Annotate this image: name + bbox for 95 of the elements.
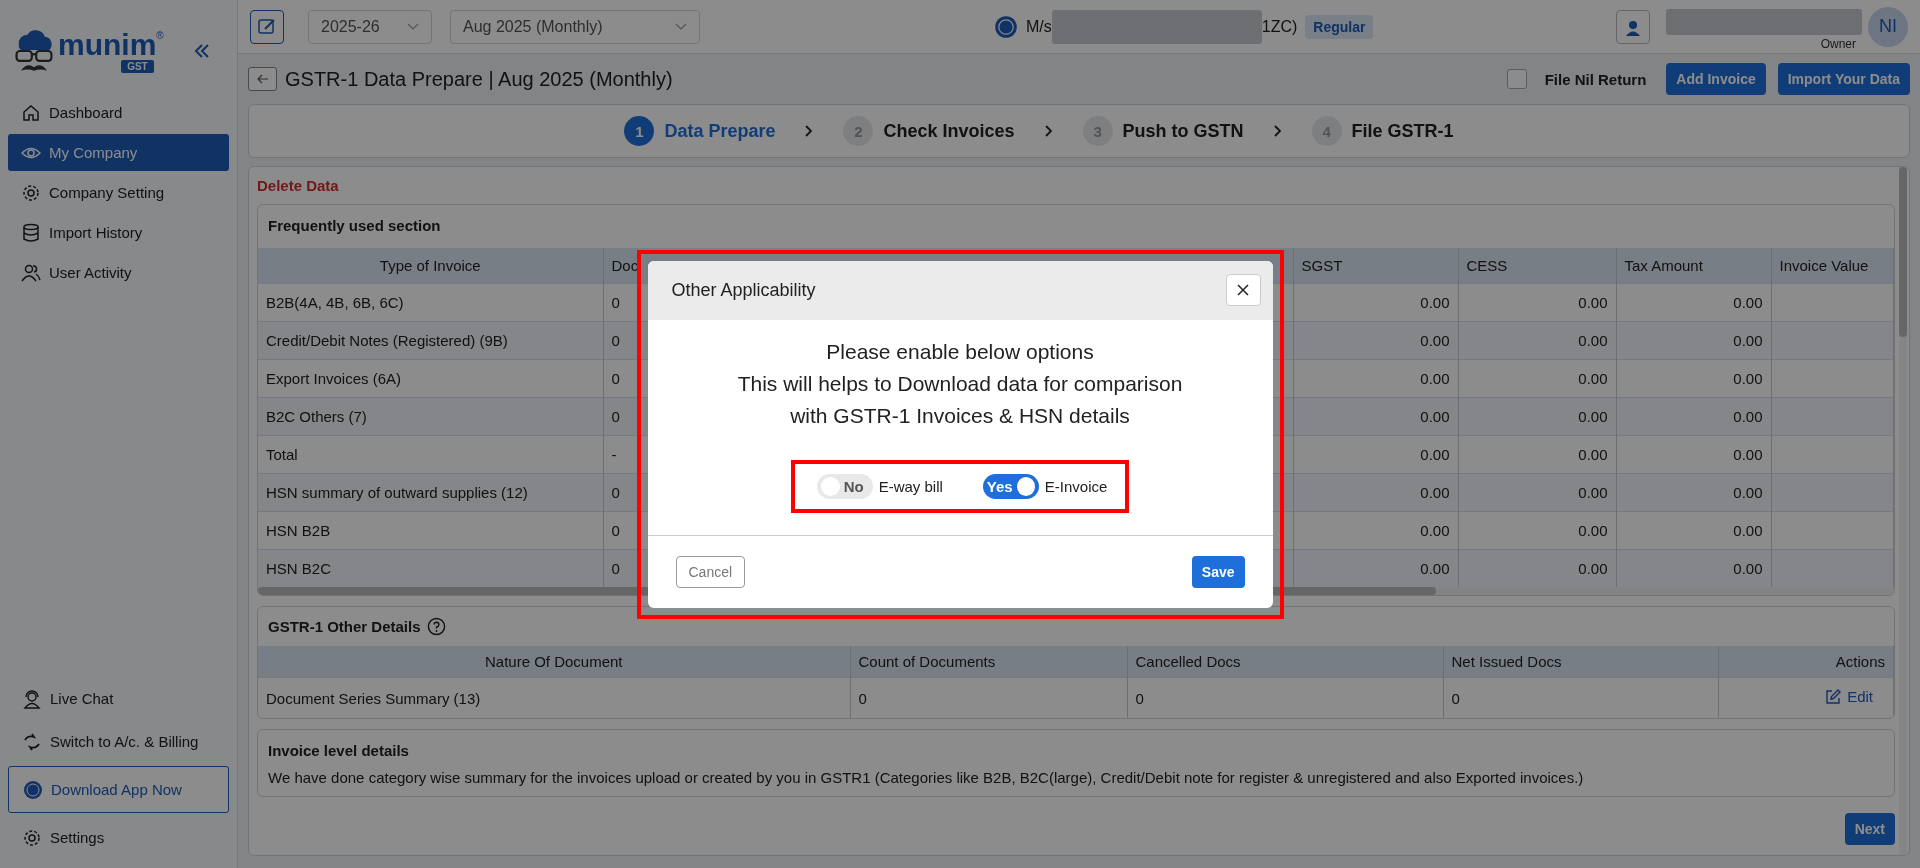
registered-mark: ® xyxy=(156,29,164,41)
sidebar-item[interactable]: Dashboard xyxy=(8,94,229,131)
edit-link[interactable]: Edit xyxy=(1825,688,1873,706)
sidebar-item[interactable]: My Company xyxy=(8,134,229,171)
chevron-right-icon xyxy=(1273,125,1282,137)
toggle-label: E-Invoice xyxy=(1044,477,1108,495)
table-cell: 0.00 xyxy=(1293,397,1458,436)
toggle-switch[interactable]: No xyxy=(816,473,873,499)
download-app-button[interactable]: Download App Now xyxy=(8,766,229,813)
description-text: We have done category wise summary for the invoices upload or created by you in GSTR1 (Categories like B2B, B2C(large), Credit/Debit note for register & unregistered and also Exported invoices.) xyxy=(268,769,1585,786)
close-icon xyxy=(1237,284,1249,296)
sidebar-item[interactable]: Company Setting xyxy=(8,174,229,211)
column-header: Net Issued Docs xyxy=(1443,646,1718,678)
modal-message: This will helps to Download data for comparison xyxy=(737,370,1183,397)
table-cell: 0.00 xyxy=(1458,473,1616,512)
company-suffix: 1ZC) xyxy=(1261,17,1298,36)
chevron-right-icon xyxy=(1044,125,1053,137)
column-header: Actions xyxy=(1718,646,1894,678)
settings-icon xyxy=(22,827,42,848)
users-icon xyxy=(21,262,41,283)
live-chat-link[interactable]: Live Chat xyxy=(8,680,229,717)
table-cell: 0 xyxy=(1127,677,1443,718)
step-tab[interactable]: 1 Data Prepare xyxy=(624,116,776,146)
support-button[interactable] xyxy=(1616,9,1650,44)
chevron-down-icon xyxy=(675,22,687,31)
column-header: Cancelled Docs xyxy=(1127,646,1443,678)
toggle-label: E-way bill xyxy=(878,477,943,495)
column-header: Nature Of Document xyxy=(258,646,850,678)
modal-message: with GSTR-1 Invoices & HSN details xyxy=(790,402,1130,429)
close-button[interactable] xyxy=(1225,274,1261,306)
home-icon xyxy=(21,102,41,123)
toggle-switch[interactable]: Yes xyxy=(982,473,1039,499)
table-cell: 0.00 xyxy=(1616,321,1771,360)
sidebar-item[interactable]: Import History xyxy=(8,214,229,251)
sidebar-item[interactable]: User Activity xyxy=(8,254,229,291)
action-button[interactable]: Add Invoice xyxy=(1666,63,1766,95)
nil-return-label: File Nil Return xyxy=(1544,70,1647,88)
section-title: Invoice level details xyxy=(267,741,410,761)
back-arrow-icon xyxy=(256,74,269,84)
next-button[interactable]: Next xyxy=(1844,813,1895,845)
table-cell: 0.00 xyxy=(1616,549,1771,587)
switch-link[interactable]: Switch to A/c. & Billing xyxy=(8,723,229,760)
table-cell: 0.00 xyxy=(1458,397,1616,436)
table-cell: HSN B2C xyxy=(258,549,603,587)
company-prefix: M/s xyxy=(1026,17,1052,36)
year-select[interactable]: 2025-26 xyxy=(308,9,432,44)
switch-arrows-icon xyxy=(22,731,42,752)
column-header: Count of Documents xyxy=(850,646,1127,678)
table-cell: B2C Others (7) xyxy=(258,397,603,436)
column-header: Type of Invoice xyxy=(258,248,603,284)
table-cell: 0.00 xyxy=(1616,397,1771,436)
action-button[interactable]: Import Your Data xyxy=(1777,63,1910,95)
edit-note-button[interactable] xyxy=(250,9,284,44)
column-header: SGST xyxy=(1293,248,1458,284)
scrollbar-thumb[interactable] xyxy=(1899,167,1907,337)
table-cell: Credit/Debit Notes (Registered) (9B) xyxy=(258,321,603,360)
section-title: GSTR-1 Other Details xyxy=(268,618,421,635)
column-header: CESS xyxy=(1458,248,1616,284)
period-select[interactable]: Aug 2025 (Monthly) xyxy=(450,9,700,44)
table-cell: 0.00 xyxy=(1293,321,1458,360)
database-icon xyxy=(21,222,41,243)
table-cell: 0.00 xyxy=(1293,473,1458,512)
nil-return-checkbox[interactable] xyxy=(1506,69,1527,89)
delete-data-link[interactable]: Delete Data xyxy=(257,177,1895,194)
table-cell: HSN summary of outward supplies (12) xyxy=(258,473,603,512)
settings-link[interactable]: Settings xyxy=(8,819,229,856)
gst-seal-icon xyxy=(23,779,43,800)
edit-note-icon xyxy=(257,16,277,37)
brand-name: munim xyxy=(58,29,157,60)
section-title: Frequently used section xyxy=(267,216,442,236)
back-button[interactable] xyxy=(248,67,277,91)
table-cell: 0 xyxy=(1443,677,1718,718)
user-role: Owner xyxy=(1820,36,1856,51)
support-agent-icon xyxy=(22,688,42,709)
help-icon[interactable] xyxy=(426,617,446,636)
table-cell: 0.00 xyxy=(1458,321,1616,360)
table-cell: Document Series Summary (13) xyxy=(258,677,850,718)
save-button[interactable]: Save xyxy=(1191,555,1245,588)
gst-seal-icon xyxy=(994,14,1018,39)
cancel-button[interactable]: Cancel xyxy=(675,555,746,588)
chevron-right-icon xyxy=(805,125,814,137)
chevron-down-icon xyxy=(407,22,419,31)
table-cell: 0.00 xyxy=(1458,549,1616,587)
table-cell: 0.00 xyxy=(1616,473,1771,512)
collapse-icon[interactable] xyxy=(193,44,210,58)
column-header: Tax Amount xyxy=(1616,248,1771,284)
table-cell: 0.00 xyxy=(1293,549,1458,587)
page-title: GSTR-1 Data Prepare | Aug 2025 (Monthly) xyxy=(285,67,673,91)
edit-icon xyxy=(1825,688,1842,705)
settings-icon xyxy=(21,182,41,203)
brand-badge: GST xyxy=(121,59,154,73)
user-avatar[interactable]: NI xyxy=(1868,6,1908,47)
company-type-badge: Regular xyxy=(1305,14,1374,39)
table-cell: 0 xyxy=(850,677,1127,718)
column-header: Invoice Value xyxy=(1771,248,1894,284)
